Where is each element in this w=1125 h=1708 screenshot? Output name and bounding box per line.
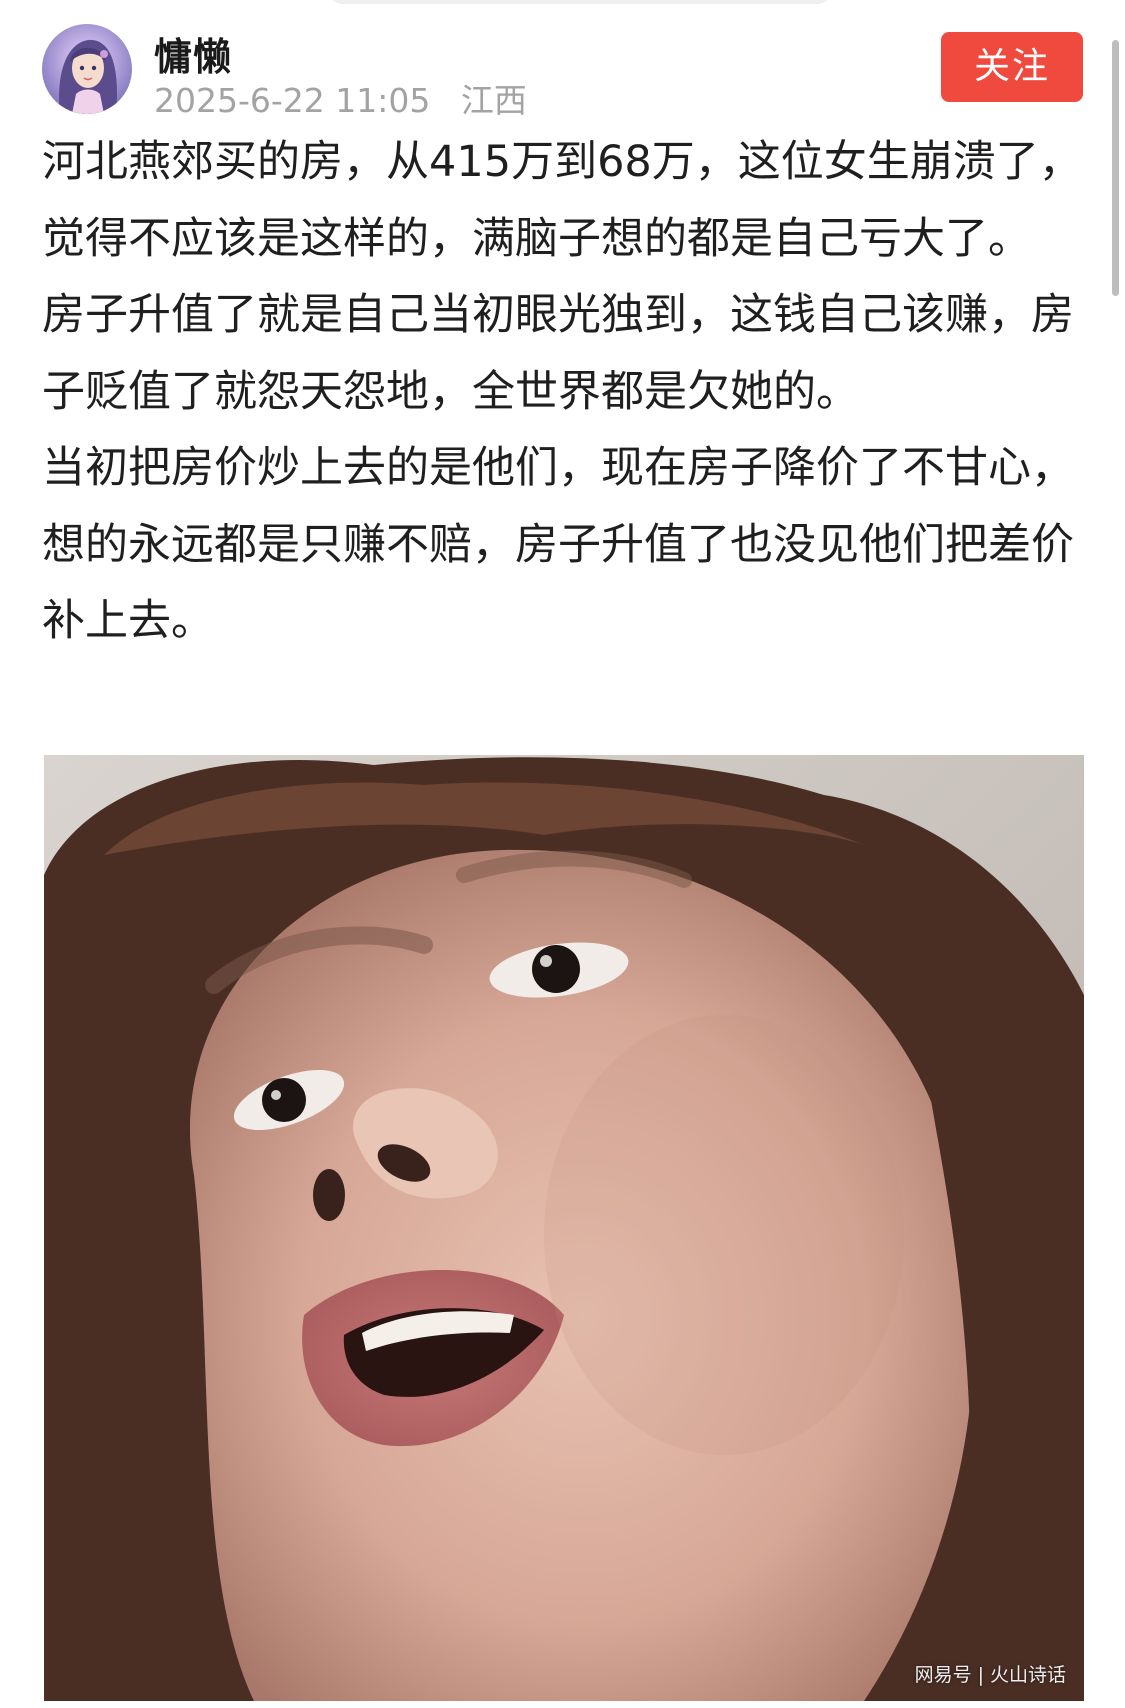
close-up-woman-face-photo (44, 755, 1084, 1701)
watermark-account: 火山诗话 (989, 1664, 1066, 1686)
post-body: 河北燕郊买的房，从415万到68万，这位女生崩溃了，觉得不应该是这样的，满脑子想… (42, 124, 1083, 660)
post-header: 慵懒 2025-6-22 11:05 江西 关注 (42, 22, 1083, 120)
author-name[interactable]: 慵懒 (154, 26, 232, 81)
post-paragraph: 河北燕郊买的房，从415万到68万，这位女生崩溃了，觉得不应该是这样的，满脑子想… (42, 137, 1082, 264)
post-location: 江西 (460, 81, 527, 120)
post-meta: 2025-6-22 11:05 江西 (154, 74, 527, 122)
watermark-separator: | (977, 1664, 984, 1686)
post-date: 2025-6-22 11:05 (154, 81, 431, 120)
watermark-platform: 网易号 (914, 1664, 972, 1686)
author-avatar[interactable] (42, 24, 132, 114)
watermark: 网易号 | 火山诗话 (915, 1660, 1066, 1687)
anime-girl-avatar-icon (42, 24, 132, 114)
post-photo[interactable]: 网易号 | 火山诗话 (44, 755, 1084, 1701)
follow-button[interactable]: 关注 (941, 32, 1083, 102)
scrollbar[interactable] (1112, 40, 1119, 296)
post-paragraph: 当初把房价炒上去的是他们，现在房子降价了不甘心，想的永远都是只赚不赔，房子升值了… (42, 443, 1074, 646)
top-handle-bar (330, 0, 830, 4)
post-paragraph: 房子升值了就是自己当初眼光独到，这钱自己该赚，房子贬值了就怨天怨地，全世界都是欠… (42, 290, 1074, 417)
